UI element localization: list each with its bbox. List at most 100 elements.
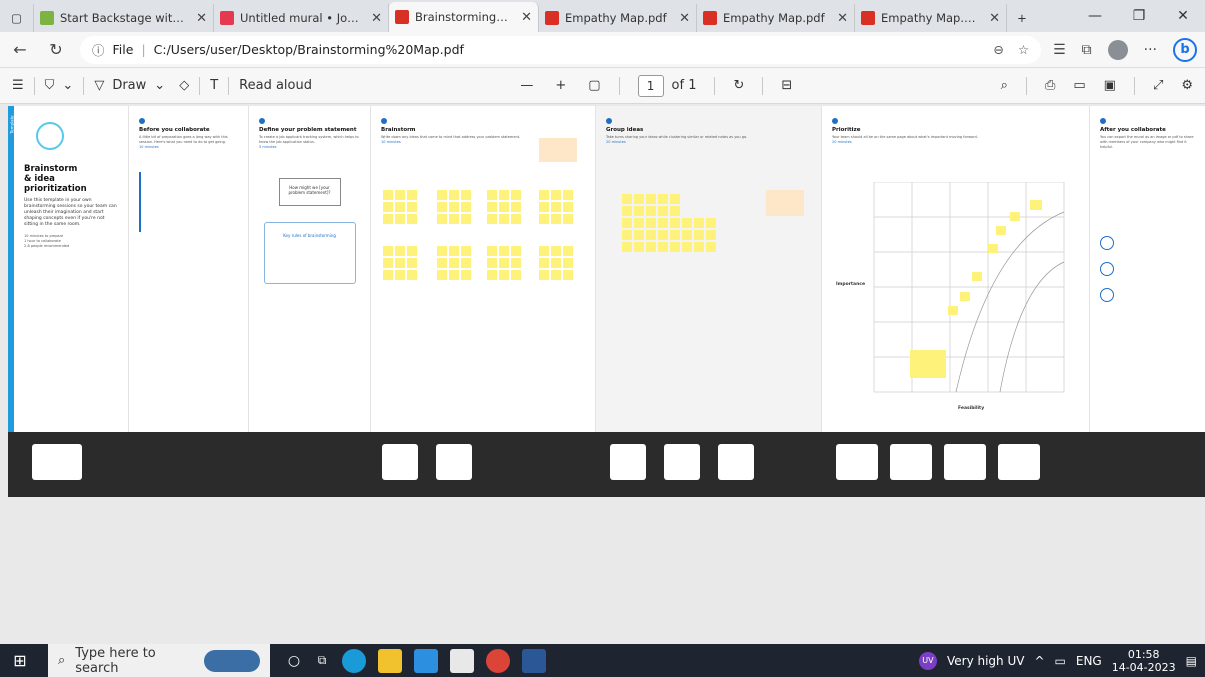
tab-4[interactable]: Empathy Map.pdf ✕ <box>697 4 855 32</box>
store-icon[interactable] <box>414 648 438 673</box>
clock[interactable]: 01:58 14-04-2023 <box>1112 648 1176 674</box>
sticky-note <box>670 218 680 228</box>
sticky-note <box>511 202 521 212</box>
sticky-note <box>646 206 656 216</box>
pdf-viewer[interactable]: Template Brainstorm & idea prioritizatio… <box>0 104 1205 644</box>
read-aloud-button[interactable]: Read aloud <box>239 78 312 93</box>
tab-actions-button[interactable]: ▢ <box>0 4 34 32</box>
close-icon[interactable]: ✕ <box>190 11 207 26</box>
sticky-note <box>658 206 668 216</box>
template-icon <box>1100 288 1114 302</box>
chevron-up-icon[interactable]: ^ <box>1034 654 1044 668</box>
chevron-down-icon[interactable]: ⌄ <box>62 78 73 93</box>
restore-icon[interactable]: ❐ <box>1117 8 1161 24</box>
collections-icon[interactable]: ⧉ <box>1082 42 1092 58</box>
sticky-note <box>407 190 417 200</box>
sticky-note <box>395 190 405 200</box>
highlight-icon[interactable]: ⛉ <box>45 78 55 93</box>
contents-icon[interactable]: ☰ <box>12 78 24 93</box>
close-icon[interactable]: ✕ <box>515 10 532 25</box>
panel-after-collaborate: After you collaborate You can export the… <box>1090 106 1205 432</box>
page-number-input[interactable]: 1 <box>637 74 664 97</box>
close-window-icon[interactable]: ✕ <box>1161 8 1205 24</box>
notifications-icon[interactable]: ▤ <box>1186 654 1197 668</box>
tip-note <box>539 138 577 162</box>
tab-3[interactable]: Empathy Map.pdf ✕ <box>539 4 697 32</box>
zoom-out-icon[interactable]: — <box>520 78 533 93</box>
battery-icon[interactable]: ▭ <box>1055 654 1066 668</box>
zoom-in-icon[interactable]: + <box>555 78 566 93</box>
sticky-note <box>551 258 561 268</box>
tab-2-active[interactable]: Brainstorming Map.pd✕ <box>389 2 539 32</box>
sticky-note <box>511 190 521 200</box>
file-explorer-icon[interactable] <box>378 648 402 673</box>
more-icon[interactable]: ··· <box>1144 42 1157 58</box>
weather-label[interactable]: Very high UV <box>947 654 1024 668</box>
language-label[interactable]: ENG <box>1076 654 1102 668</box>
page-view-icon[interactable]: ⊟ <box>781 78 792 93</box>
edge-icon[interactable] <box>342 648 366 673</box>
sticky-note <box>511 246 521 256</box>
print-icon[interactable]: ⎙ <box>1045 78 1055 93</box>
mail-icon[interactable] <box>450 648 474 673</box>
step-dot-icon <box>259 118 265 124</box>
fullscreen-icon[interactable]: ⤢ <box>1153 78 1163 93</box>
close-icon[interactable]: ✕ <box>983 11 1000 26</box>
hmw-card: How might we [your problem statement]? <box>278 178 341 206</box>
refresh-icon[interactable]: ↻ <box>44 40 68 59</box>
tab-5[interactable]: Empathy Map.pdf ✕ <box>855 4 1007 32</box>
sticky-note <box>682 218 692 228</box>
sticky-note <box>670 194 680 204</box>
sticky-note <box>563 258 573 268</box>
task-view-icon[interactable]: ⧉ <box>308 653 336 668</box>
sticky-note <box>437 270 447 280</box>
fit-page-icon[interactable]: ▢ <box>588 78 600 93</box>
tip-note <box>766 190 804 216</box>
tab-0[interactable]: Start Backstage with th ✕ <box>34 4 214 32</box>
bing-icon[interactable]: b <box>1173 37 1197 62</box>
back-icon[interactable]: ← <box>8 40 32 59</box>
find-icon[interactable]: ⌕ <box>1001 78 1008 93</box>
favorites-icon[interactable]: ☰ <box>1053 42 1066 58</box>
sticky-note <box>706 218 716 228</box>
text-box-icon[interactable]: T <box>210 78 218 93</box>
word-icon[interactable] <box>522 648 546 673</box>
intro-panel: Brainstorm & idea prioritization Use thi… <box>14 106 129 432</box>
sticky-note <box>706 242 716 252</box>
sticky-note <box>449 270 459 280</box>
close-icon[interactable]: ✕ <box>831 11 848 26</box>
windows-start-icon[interactable]: ⊞ <box>0 651 40 670</box>
sticky-note <box>449 202 459 212</box>
rotate-icon[interactable]: ↻ <box>733 78 744 93</box>
chrome-icon[interactable] <box>486 648 510 673</box>
footer-thumbnail <box>610 444 646 480</box>
pdf-icon <box>861 11 875 25</box>
taskbar-search-input[interactable]: ⌕ Type here to search <box>48 644 270 677</box>
save-as-icon[interactable]: ▣ <box>1104 78 1116 93</box>
draw-button[interactable]: ▽ Draw ⌄ <box>94 78 165 93</box>
new-tab-button[interactable]: + <box>1007 4 1037 32</box>
address-input[interactable]: ⓘ File | C:/Users/user/Desktop/Brainstor… <box>80 35 1042 64</box>
weather-uv-icon: UV <box>918 651 937 670</box>
close-icon[interactable]: ✕ <box>673 11 690 26</box>
panel-group-ideas: Group ideas Take turns sharing your idea… <box>596 106 822 432</box>
eraser-icon[interactable]: ◇ <box>179 78 189 93</box>
plus-icon: + <box>1017 11 1027 25</box>
profile-avatar[interactable] <box>1107 39 1128 60</box>
sticky-note <box>449 258 459 268</box>
settings-gear-icon[interactable]: ⚙ <box>1181 78 1193 93</box>
save-icon[interactable]: ▭ <box>1073 78 1085 93</box>
info-icon: ⓘ <box>92 43 105 58</box>
footer-thumbnail <box>664 444 700 480</box>
minimize-icon[interactable]: — <box>1073 8 1117 24</box>
sticky-note <box>437 214 447 224</box>
cortana-icon[interactable]: ○ <box>280 653 308 669</box>
zoom-icon[interactable]: ⊖ <box>993 42 1003 57</box>
step-dot-icon <box>832 118 838 124</box>
sticky-note <box>622 230 632 240</box>
tab-1[interactable]: Untitled mural • Job A ✕ <box>214 4 389 32</box>
close-icon[interactable]: ✕ <box>365 11 382 26</box>
sticky-note <box>487 190 497 200</box>
share-icon <box>1100 236 1114 250</box>
favorite-star-icon[interactable]: ☆ <box>1018 42 1029 57</box>
